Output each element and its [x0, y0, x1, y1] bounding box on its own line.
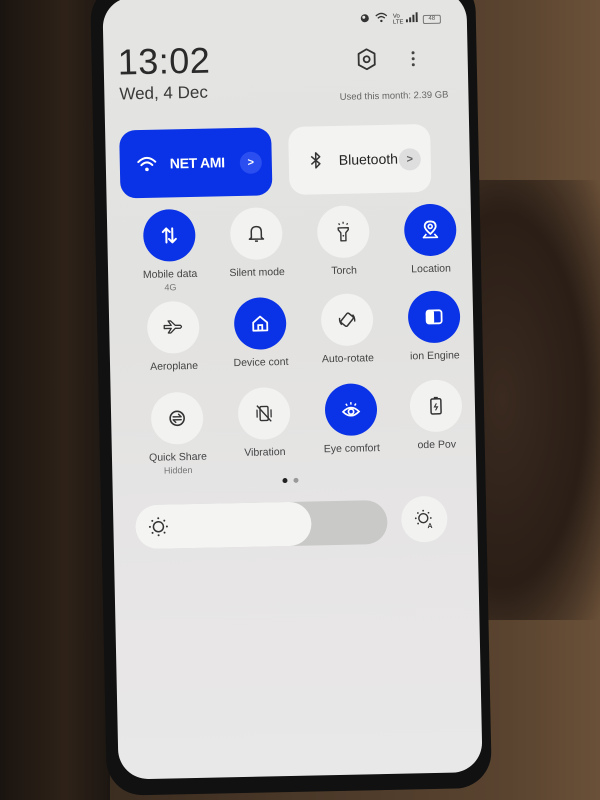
toggle-circle	[409, 379, 463, 433]
toggle-auto-rotate[interactable]: Auto-rotate	[307, 293, 388, 366]
toggle-circle	[233, 297, 287, 351]
page-indicator	[282, 477, 299, 484]
toggle-aeroplane[interactable]: Aeroplane	[133, 300, 214, 374]
battery-icon: 48	[422, 14, 441, 24]
quick-share-icon	[169, 410, 185, 427]
toggle-mobile-data[interactable]: Mobile data 4G	[129, 208, 211, 294]
toggle-circle	[146, 300, 200, 354]
bluetooth-expand-button[interactable]: >	[398, 148, 422, 171]
toggle-power-saving-mode[interactable]: ode Pov	[395, 379, 476, 452]
toggle-label: ion Engine	[409, 349, 460, 363]
toggle-label: Mobile data	[142, 267, 198, 281]
toggle-circle	[237, 386, 291, 441]
page-dot-active[interactable]	[282, 478, 288, 484]
toggle-silent-mode[interactable]: Silent mode	[216, 207, 297, 280]
bell-icon	[248, 225, 265, 242]
toggle-circle	[324, 383, 378, 437]
toggle-torch[interactable]: Torch	[303, 205, 384, 278]
toggle-quick-share[interactable]: Quick Share Hidden	[137, 391, 219, 476]
mobile-data-icon	[161, 227, 177, 244]
settings-button[interactable]	[353, 46, 380, 73]
brightness-icon	[148, 517, 168, 537]
brightness-slider[interactable]	[134, 499, 388, 550]
toggle-label: ode Pov	[417, 438, 457, 452]
rotate-icon	[338, 312, 356, 328]
data-usage-text: Used this month: 2.39 GB	[339, 89, 449, 103]
quick-settings-panel: Vo LTE 48 13:02 Wed, 4 Dec Used this mon…	[102, 0, 483, 780]
toggle-sublabel: Hidden	[163, 464, 193, 476]
toggle-label: Eye comfort	[323, 442, 380, 456]
svg-text:A: A	[427, 523, 432, 530]
date: Wed, 4 Dec	[119, 82, 209, 104]
torch-icon	[337, 221, 349, 242]
toggle-eye-comfort[interactable]: Eye comfort	[310, 383, 391, 456]
wifi-network-name: NET AMI	[169, 154, 225, 172]
battery-saver-icon	[430, 396, 442, 415]
toggle-location[interactable]: Location	[390, 203, 471, 276]
wifi-icon	[375, 12, 388, 28]
toggle-circle	[407, 290, 461, 344]
vision-engine-icon	[425, 309, 443, 325]
status-bar: Vo LTE 48	[360, 11, 441, 29]
location-icon	[422, 220, 439, 239]
more-options-button[interactable]	[405, 45, 420, 71]
toggle-sublabel: 4G	[164, 282, 177, 293]
toggle-device-controls[interactable]: Device cont	[220, 297, 301, 370]
toggle-circle	[316, 205, 370, 259]
toggle-circle	[403, 203, 457, 257]
wifi-expand-button[interactable]: >	[239, 151, 263, 174]
more-dot	[411, 62, 415, 66]
auto-brightness-icon: A	[414, 509, 433, 530]
toggle-label: Auto-rotate	[321, 352, 375, 366]
toggle-circle	[150, 391, 204, 445]
toggle-label: Location	[411, 262, 452, 276]
toggle-circle	[320, 293, 374, 347]
toggle-label: Silent mode	[229, 266, 285, 280]
home-icon	[252, 315, 269, 332]
toggle-label: Device cont	[233, 355, 289, 370]
more-dot	[411, 56, 415, 60]
alarm-icon	[360, 12, 370, 28]
more-dot	[411, 50, 415, 54]
eye-icon	[341, 402, 361, 417]
page-dot[interactable]	[293, 477, 299, 483]
vibration-off-icon	[256, 405, 272, 422]
toggle-label: Quick Share	[148, 450, 207, 464]
toggle-label: Aeroplane	[150, 359, 199, 373]
wifi-icon	[136, 153, 158, 175]
signal-icon	[405, 11, 418, 27]
bluetooth-tile[interactable]: Bluetooth >	[288, 123, 432, 195]
toggle-circle	[142, 208, 196, 262]
toggle-circle	[229, 207, 283, 261]
wifi-tile[interactable]: NET AMI >	[119, 127, 273, 199]
toggle-vision-engine[interactable]: ion Engine	[394, 290, 475, 363]
bluetooth-icon	[305, 149, 327, 171]
gear-icon	[357, 48, 376, 71]
toggle-label: Vibration	[244, 446, 286, 459]
volte-icon: Vo LTE	[392, 13, 404, 26]
clock: 13:02	[117, 39, 211, 83]
phone-body: Vo LTE 48 13:02 Wed, 4 Dec Used this mon…	[90, 0, 492, 796]
auto-brightness-button[interactable]: A	[400, 495, 448, 543]
toggle-label: Torch	[331, 264, 358, 278]
airplane-icon	[163, 320, 183, 334]
toggle-vibration[interactable]: Vibration	[224, 386, 305, 460]
